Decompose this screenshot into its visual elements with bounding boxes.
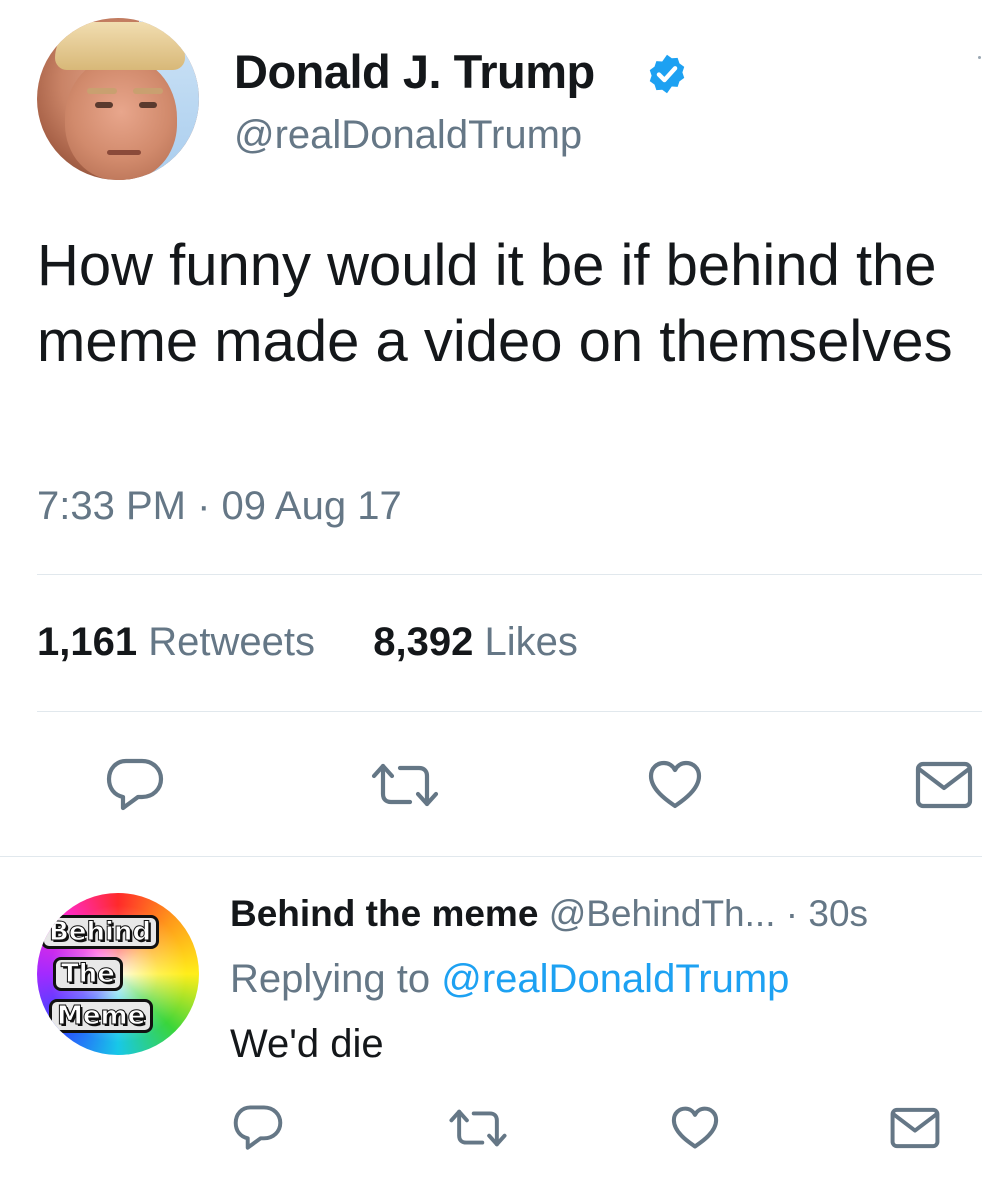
reply-timestamp: · 30s [785, 893, 869, 934]
replying-to-link[interactable]: @realDonaldTrump [441, 957, 789, 1001]
overflow-indicator [978, 56, 981, 59]
like-icon[interactable] [670, 1106, 720, 1150]
verified-badge-icon [649, 54, 685, 94]
retweet-icon[interactable] [370, 762, 440, 808]
reply-author-name[interactable]: Behind the meme [230, 893, 538, 934]
likes-label: Likes [484, 620, 578, 664]
retweets-label: Retweets [148, 620, 315, 664]
like-icon[interactable] [647, 760, 703, 810]
author-avatar[interactable] [37, 18, 199, 180]
retweets-stat[interactable]: 1,161 Retweets [37, 620, 326, 664]
message-icon[interactable] [890, 1107, 940, 1149]
reply-header: Behind the meme @BehindTh... · 30s [230, 893, 868, 935]
author-handle[interactable]: @realDonaldTrump [234, 113, 582, 158]
divider [0, 856, 982, 857]
retweets-count: 1,161 [37, 620, 138, 664]
replying-to-label: Replying to [230, 957, 431, 1001]
reply-author-avatar[interactable]: Behind The Meme [37, 893, 199, 1055]
avatar-logo-text: The [53, 957, 123, 991]
replying-to: Replying to @realDonaldTrump [230, 957, 789, 1002]
likes-stat[interactable]: 8,392 Likes [362, 620, 578, 664]
message-icon[interactable] [915, 761, 973, 809]
reply-icon[interactable] [105, 757, 165, 813]
reply-icon[interactable] [232, 1104, 284, 1152]
divider [37, 711, 982, 712]
avatar-logo-text: Behind [41, 915, 159, 949]
avatar-logo-text: Meme [49, 999, 154, 1033]
divider [37, 574, 982, 575]
tweet-text: How funny would it be if behind the meme… [37, 233, 953, 374]
tweet-detail-screen: Donald J. Trump @realDonaldTrump How fun… [0, 0, 982, 1177]
engagement-stats: 1,161 Retweets 8,392 Likes [37, 620, 578, 665]
reply-author-handle[interactable]: @BehindTh... [549, 893, 776, 934]
reply-text: We'd die [230, 1022, 384, 1066]
author-display-name[interactable]: Donald J. Trump [234, 44, 595, 99]
retweet-icon[interactable] [448, 1108, 508, 1148]
tweet-timestamp: 7:33 PM · 09 Aug 17 [37, 484, 402, 528]
likes-count: 8,392 [373, 620, 474, 664]
